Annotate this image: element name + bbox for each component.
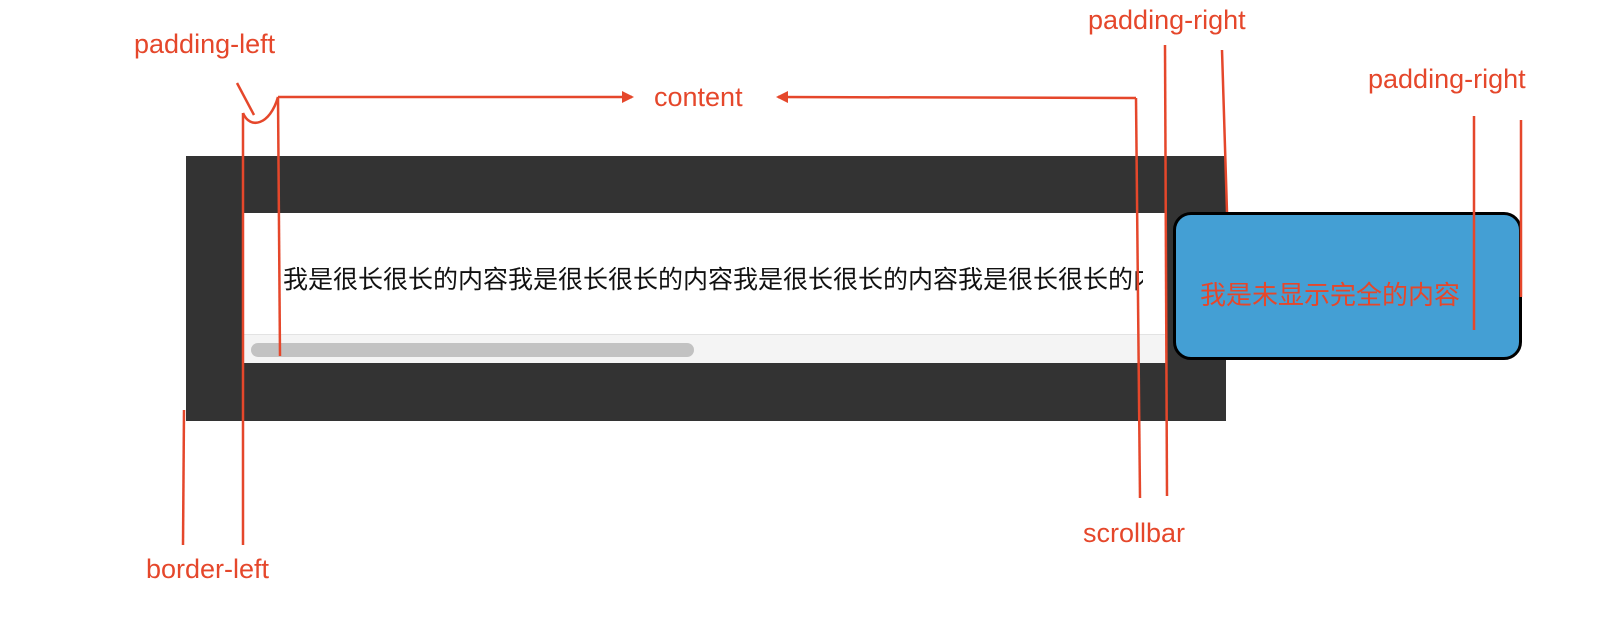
padding-right-label-side: padding-right [1368, 64, 1526, 94]
long-content-text: 我是很长很长的内容我是很长很长的内容我是很长很长的内容我是很长很长的内容 [283, 265, 1143, 294]
padding-left-pointer [235, 82, 256, 116]
scroll-container: 我是很长很长的内容我是很长很长的内容我是很长很长的内容我是很长很长的内容 [243, 213, 1166, 363]
padding-right-label-top: padding-right [1088, 5, 1246, 35]
scrollbar-thumb[interactable] [251, 343, 694, 357]
padding-left-label: padding-left [134, 29, 276, 59]
overflow-content-box: 我是未显示完全的内容 [1173, 212, 1522, 360]
overflow-content-text: 我是未显示完全的内容 [1200, 281, 1461, 311]
border-left-label: border-left [146, 554, 270, 584]
horizontal-scrollbar[interactable] [243, 334, 1166, 363]
content-arrow-right [776, 91, 1137, 104]
scrollbar-label: scrollbar [1083, 518, 1186, 548]
border-outer-guide [181, 409, 186, 546]
content-label: content [654, 82, 743, 112]
padding-left-brace [241, 96, 280, 124]
